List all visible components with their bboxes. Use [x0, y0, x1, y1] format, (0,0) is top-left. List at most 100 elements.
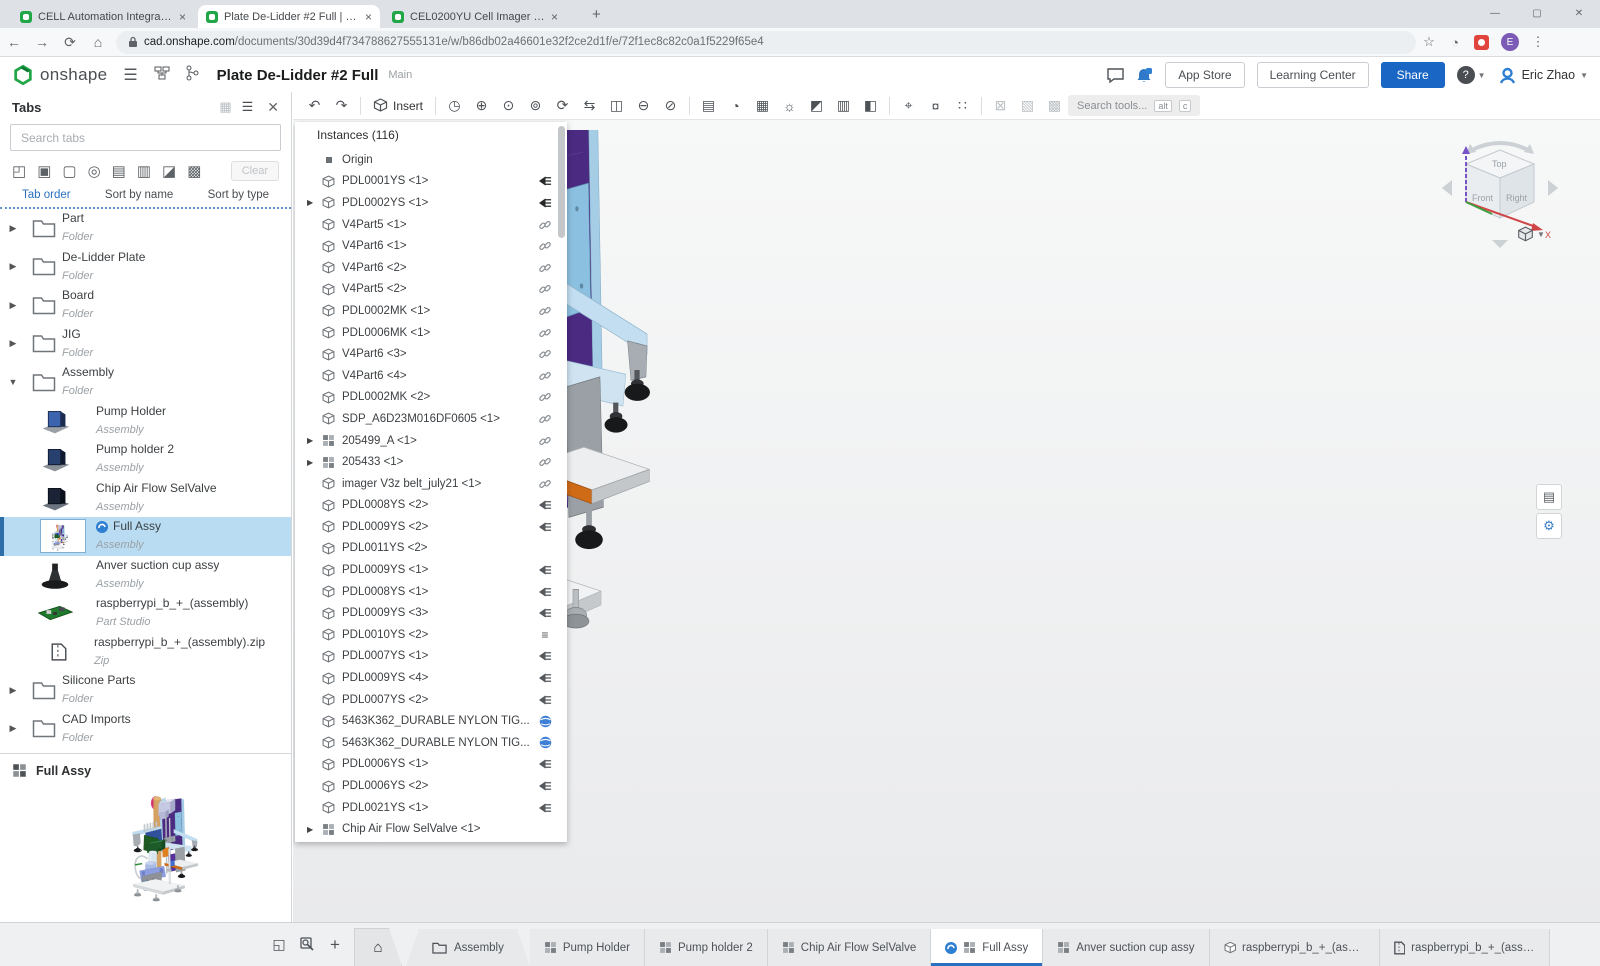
- 3d-viewport[interactable]: Instances (116) OriginPDL0001YS <1>▶PDL0…: [293, 120, 1600, 922]
- rotate-left-arrow-icon[interactable]: [1442, 180, 1452, 196]
- chevron-right-icon[interactable]: ▶: [0, 723, 26, 734]
- application-filter-icon[interactable]: ◎: [88, 162, 101, 180]
- comments-icon[interactable]: [1107, 68, 1124, 83]
- new-tab-button[interactable]: +: [592, 6, 601, 23]
- sidebar-folder-de-lidder-plate[interactable]: ▶De-Lidder PlateFolder: [0, 248, 291, 287]
- instance-row[interactable]: ▶PDL0002YS <1>: [299, 192, 567, 214]
- instance-row[interactable]: V4Part6 <1>: [299, 235, 567, 257]
- search-tabs-input[interactable]: [19, 130, 272, 146]
- grid-view-icon[interactable]: ▦: [219, 99, 231, 115]
- instance-row[interactable]: PDL0011YS <2>: [299, 538, 567, 560]
- document-title[interactable]: Plate De-Lidder #2 Full: [217, 67, 379, 84]
- instance-row[interactable]: PDL0002MK <2>: [299, 387, 567, 409]
- view-options-button[interactable]: ▼: [1517, 226, 1545, 243]
- rotate-down-arrow-icon[interactable]: [1492, 240, 1508, 248]
- sidebar-folder-part[interactable]: ▶PartFolder: [0, 209, 291, 248]
- workspace-name[interactable]: Main: [388, 69, 412, 81]
- sidebar-item-raspberrypi-b-assembly-zip[interactable]: raspberrypi_b_+_(assembly).zipZip: [0, 633, 291, 672]
- document-tab-pump-holder[interactable]: Pump Holder: [530, 929, 645, 966]
- instance-row[interactable]: ▶Chip Air Flow SelValve <1>: [299, 818, 567, 839]
- instance-row[interactable]: PDL0009YS <3>: [299, 602, 567, 624]
- part-studio-filter-icon[interactable]: ◰: [12, 162, 26, 180]
- redo-icon[interactable]: ↷: [328, 95, 355, 117]
- home-tab[interactable]: ⌂: [354, 928, 402, 966]
- share-button[interactable]: Share: [1381, 62, 1445, 88]
- instance-row[interactable]: PDL0006YS <2>: [299, 775, 567, 797]
- minimize-button[interactable]: —: [1474, 0, 1516, 26]
- sidebar-folder-jig[interactable]: ▶JIGFolder: [0, 325, 291, 364]
- instance-row[interactable]: PDL0006YS <1>: [299, 754, 567, 776]
- maximize-button[interactable]: ▢: [1516, 0, 1558, 26]
- list-view-icon[interactable]: ☰: [242, 99, 254, 115]
- instance-row[interactable]: Origin: [299, 149, 567, 171]
- browser-tab[interactable]: Plate De-Lidder #2 Full | Full Assy×: [198, 5, 380, 28]
- sort-by-type[interactable]: Sort by type: [208, 189, 269, 201]
- context-menu-icon[interactable]: ≡: [541, 628, 548, 642]
- document-tab-raspberrypi-b-asse-[interactable]: raspberrypi_b_+_(asse...: [1380, 929, 1550, 966]
- main-menu-icon[interactable]: ☰: [123, 65, 137, 85]
- export-icon[interactable]: ▩: [1041, 95, 1068, 117]
- instance-row[interactable]: PDL0010YS <2>≡: [299, 624, 567, 646]
- app-store-button[interactable]: App Store: [1165, 62, 1244, 88]
- blob-filter-icon[interactable]: ▢: [62, 162, 76, 180]
- rotate-right-arrow-icon[interactable]: [1548, 180, 1558, 196]
- slider-mate-icon[interactable]: ⇆: [576, 95, 603, 117]
- create-tab-icon[interactable]: +: [322, 932, 348, 958]
- instance-row[interactable]: 5463K362_DURABLE NYLON TIG...: [299, 710, 567, 732]
- display-states-icon[interactable]: ∷: [949, 95, 976, 117]
- viewcube-front-face[interactable]: Front: [1472, 193, 1494, 203]
- chevron-right-icon[interactable]: ▶: [0, 261, 26, 272]
- instance-row[interactable]: V4Part5 <1>: [299, 214, 567, 236]
- instances-scrollbar[interactable]: [558, 126, 565, 238]
- mate-icon[interactable]: ⊕: [468, 95, 495, 117]
- close-panel-icon[interactable]: ✕: [267, 99, 279, 116]
- branch-icon[interactable]: [186, 65, 199, 86]
- instance-row[interactable]: V4Part5 <2>: [299, 279, 567, 301]
- linear-pattern-icon[interactable]: ▤: [695, 95, 722, 117]
- cad-model[interactable]: [562, 130, 1322, 910]
- search-tabs-icon[interactable]: [294, 932, 320, 958]
- sort-by-name[interactable]: Sort by name: [105, 189, 173, 201]
- sheet-metal-table-icon[interactable]: ⊠: [987, 95, 1014, 117]
- versions-icon[interactable]: [154, 66, 170, 85]
- breadcrumb-tab-assembly[interactable]: Assembly: [406, 929, 530, 966]
- chevron-down-icon[interactable]: ▼: [0, 377, 26, 387]
- mate-connector-icon[interactable]: ◷: [441, 95, 468, 117]
- configuration-panel-button[interactable]: ⚙: [1536, 513, 1562, 539]
- tab-close-icon[interactable]: ×: [365, 10, 372, 24]
- instance-row[interactable]: PDL0009YS <4>: [299, 667, 567, 689]
- instance-row[interactable]: PDL0009YS <1>: [299, 559, 567, 581]
- browser-tab[interactable]: CELL Automation Integration | C×: [12, 5, 194, 28]
- cylindrical-mate-icon[interactable]: ⊖: [630, 95, 657, 117]
- adblock-extension-icon[interactable]: [1474, 35, 1489, 50]
- section-view-icon[interactable]: ¤: [922, 95, 949, 117]
- group-icon[interactable]: ⊙: [495, 95, 522, 117]
- document-tab-anver-suction-cup-assy[interactable]: Anver suction cup assy: [1043, 929, 1209, 966]
- reload-icon[interactable]: ⟳: [56, 34, 84, 51]
- material-filter-icon[interactable]: ◪: [162, 162, 176, 180]
- instance-row[interactable]: 5463K362_DURABLE NYLON TIG...: [299, 732, 567, 754]
- image-filter-icon[interactable]: ▩: [187, 162, 201, 180]
- clear-filters-button[interactable]: Clear: [231, 161, 279, 181]
- comparison-icon[interactable]: ▧: [1014, 95, 1041, 117]
- revolute-mate-icon[interactable]: ⟳: [549, 95, 576, 117]
- user-menu[interactable]: Eric Zhao ▼: [1498, 66, 1588, 85]
- sidebar-item-raspberrypi-b-assembly-[interactable]: raspberrypi_b_+_(assembly)Part Studio: [0, 594, 291, 633]
- sidebar-folder-assembly[interactable]: ▼AssemblyFolder: [0, 363, 291, 402]
- chevron-right-icon[interactable]: ▶: [0, 685, 26, 696]
- search-tabs-field[interactable]: [10, 124, 281, 151]
- extension-icon[interactable]: ◔: [1442, 35, 1468, 50]
- browser-tab[interactable]: CEL0200YU Cell Imager | CEL020×: [384, 5, 566, 28]
- undo-icon[interactable]: ↶: [301, 95, 328, 117]
- circular-pattern-icon[interactable]: ◔: [722, 95, 749, 117]
- document-tab-pump-holder-2[interactable]: Pump holder 2: [645, 929, 768, 966]
- back-icon[interactable]: ←: [0, 34, 28, 50]
- assembly-filter-icon[interactable]: ▣: [37, 162, 51, 180]
- bom-flyout-button[interactable]: ▤: [1536, 484, 1562, 510]
- learning-center-button[interactable]: Learning Center: [1257, 62, 1369, 88]
- document-tab-chip-air-flow-selvalve[interactable]: Chip Air Flow SelValve: [768, 929, 931, 966]
- sidebar-item-pump-holder-2[interactable]: Pump holder 2Assembly: [0, 440, 291, 479]
- bom-table-icon[interactable]: ▥: [830, 95, 857, 117]
- chevron-right-icon[interactable]: ▶: [307, 436, 320, 445]
- instance-row[interactable]: PDL0006MK <1>: [299, 322, 567, 344]
